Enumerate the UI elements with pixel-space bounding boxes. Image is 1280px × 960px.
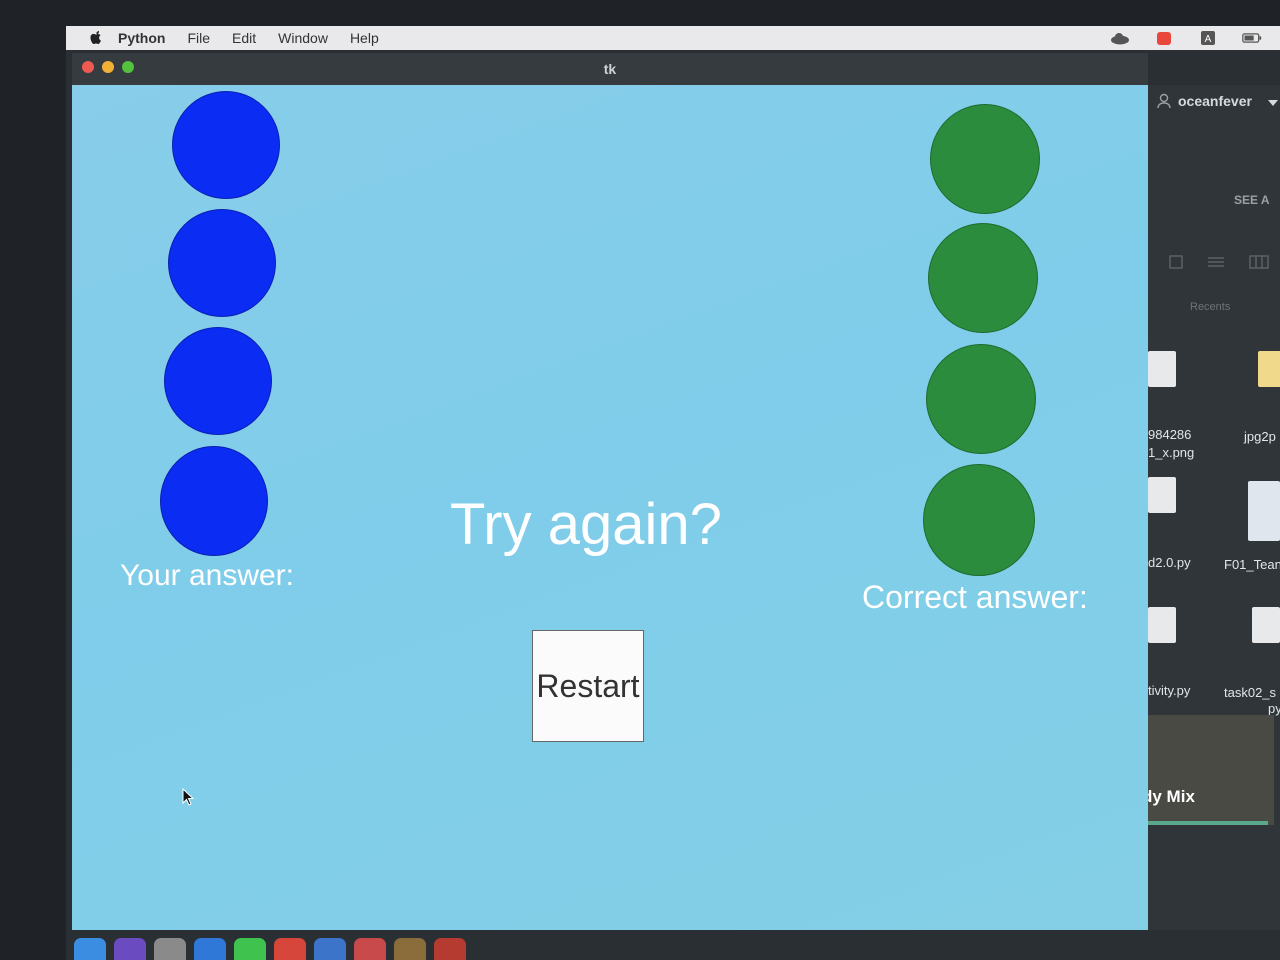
- your-answer-peg-1: [172, 91, 280, 199]
- restart-button[interactable]: Restart: [532, 630, 644, 742]
- file-name-line-2[interactable]: 1_x.png: [1148, 445, 1194, 460]
- cloud-icon[interactable]: [1110, 30, 1130, 46]
- your-answer-label: Your answer:: [120, 559, 294, 592]
- finder-sidebar-window: oceanfever SEE A Recents 984286 1_x.png …: [1148, 85, 1280, 930]
- file-name[interactable]: d2.0.py: [1148, 555, 1191, 570]
- playlist-card[interactable]: dy Mix: [1148, 715, 1274, 825]
- your-answer-peg-4: [160, 446, 268, 556]
- correct-answer-peg-1: [930, 104, 1040, 214]
- file-thumbnail[interactable]: [1252, 607, 1280, 643]
- browser-dock-icon[interactable]: [314, 938, 346, 960]
- file-name[interactable]: 984286: [1148, 427, 1191, 442]
- input-source-icon[interactable]: A: [1198, 30, 1218, 46]
- file-name[interactable]: jpg2p: [1244, 429, 1276, 444]
- correct-answer-label: Correct answer:: [862, 579, 1088, 615]
- playlist-title[interactable]: dy Mix: [1148, 787, 1195, 807]
- app-status-icon[interactable]: [1154, 30, 1174, 46]
- your-answer-peg-3: [164, 327, 272, 435]
- menu-window[interactable]: Window: [278, 30, 328, 46]
- file-name-line-2[interactable]: py: [1268, 701, 1280, 716]
- svg-text:A: A: [1205, 34, 1212, 45]
- file-thumbnail[interactable]: [1248, 481, 1280, 541]
- menu-edit[interactable]: Edit: [232, 30, 256, 46]
- correct-answer-peg-3: [926, 344, 1036, 454]
- apple-icon[interactable]: [88, 30, 104, 46]
- window-title-bar: tk: [72, 53, 1148, 85]
- file-thumbnail[interactable]: [1148, 607, 1176, 643]
- dock: [74, 938, 594, 960]
- playlist-progress-bar: [1148, 821, 1268, 825]
- game-canvas: Your answer: Correct answer: Try again? …: [72, 85, 1148, 930]
- user-icon: [1157, 93, 1171, 109]
- view-mode-icons[interactable]: [1166, 253, 1270, 271]
- file-thumbnail[interactable]: [1258, 351, 1280, 387]
- try-again-message: Try again?: [450, 492, 722, 557]
- file-name[interactable]: tivity.py: [1148, 683, 1190, 698]
- messages-dock-icon[interactable]: [234, 938, 266, 960]
- mouse-cursor-icon: [182, 788, 194, 806]
- correct-answer-peg-2: [928, 223, 1038, 333]
- menu-help[interactable]: Help: [350, 30, 379, 46]
- battery-icon[interactable]: [1242, 30, 1262, 46]
- file-thumbnail[interactable]: [1148, 351, 1176, 387]
- app-dock-icon[interactable]: [434, 938, 466, 960]
- finder-dock-icon[interactable]: [74, 938, 106, 960]
- file-name[interactable]: F01_Tean: [1224, 557, 1280, 572]
- recents-label: Recents: [1190, 301, 1231, 313]
- app-dock-icon[interactable]: [394, 938, 426, 960]
- launchpad-dock-icon[interactable]: [154, 938, 186, 960]
- mail-dock-icon[interactable]: [194, 938, 226, 960]
- user-name[interactable]: oceanfever: [1178, 93, 1252, 109]
- menu-app-name[interactable]: Python: [118, 30, 165, 46]
- your-answer-peg-2: [168, 209, 276, 317]
- file-name[interactable]: task02_s: [1224, 685, 1276, 700]
- see-all-link[interactable]: SEE A: [1234, 193, 1270, 207]
- app-dock-icon[interactable]: [354, 938, 386, 960]
- menu-file[interactable]: File: [187, 30, 210, 46]
- menu-bar: Python File Edit Window Help A: [66, 26, 1280, 50]
- window-title: tk: [603, 61, 617, 77]
- correct-answer-peg-4: [923, 464, 1035, 576]
- siri-dock-icon[interactable]: [114, 938, 146, 960]
- file-thumbnail[interactable]: [1148, 477, 1176, 513]
- chevron-down-icon[interactable]: [1268, 99, 1278, 107]
- screen: Python File Edit Window Help A tk Your a…: [66, 26, 1280, 960]
- chrome-dock-icon[interactable]: [274, 938, 306, 960]
- menu-bar-status-area: A: [1110, 30, 1262, 46]
